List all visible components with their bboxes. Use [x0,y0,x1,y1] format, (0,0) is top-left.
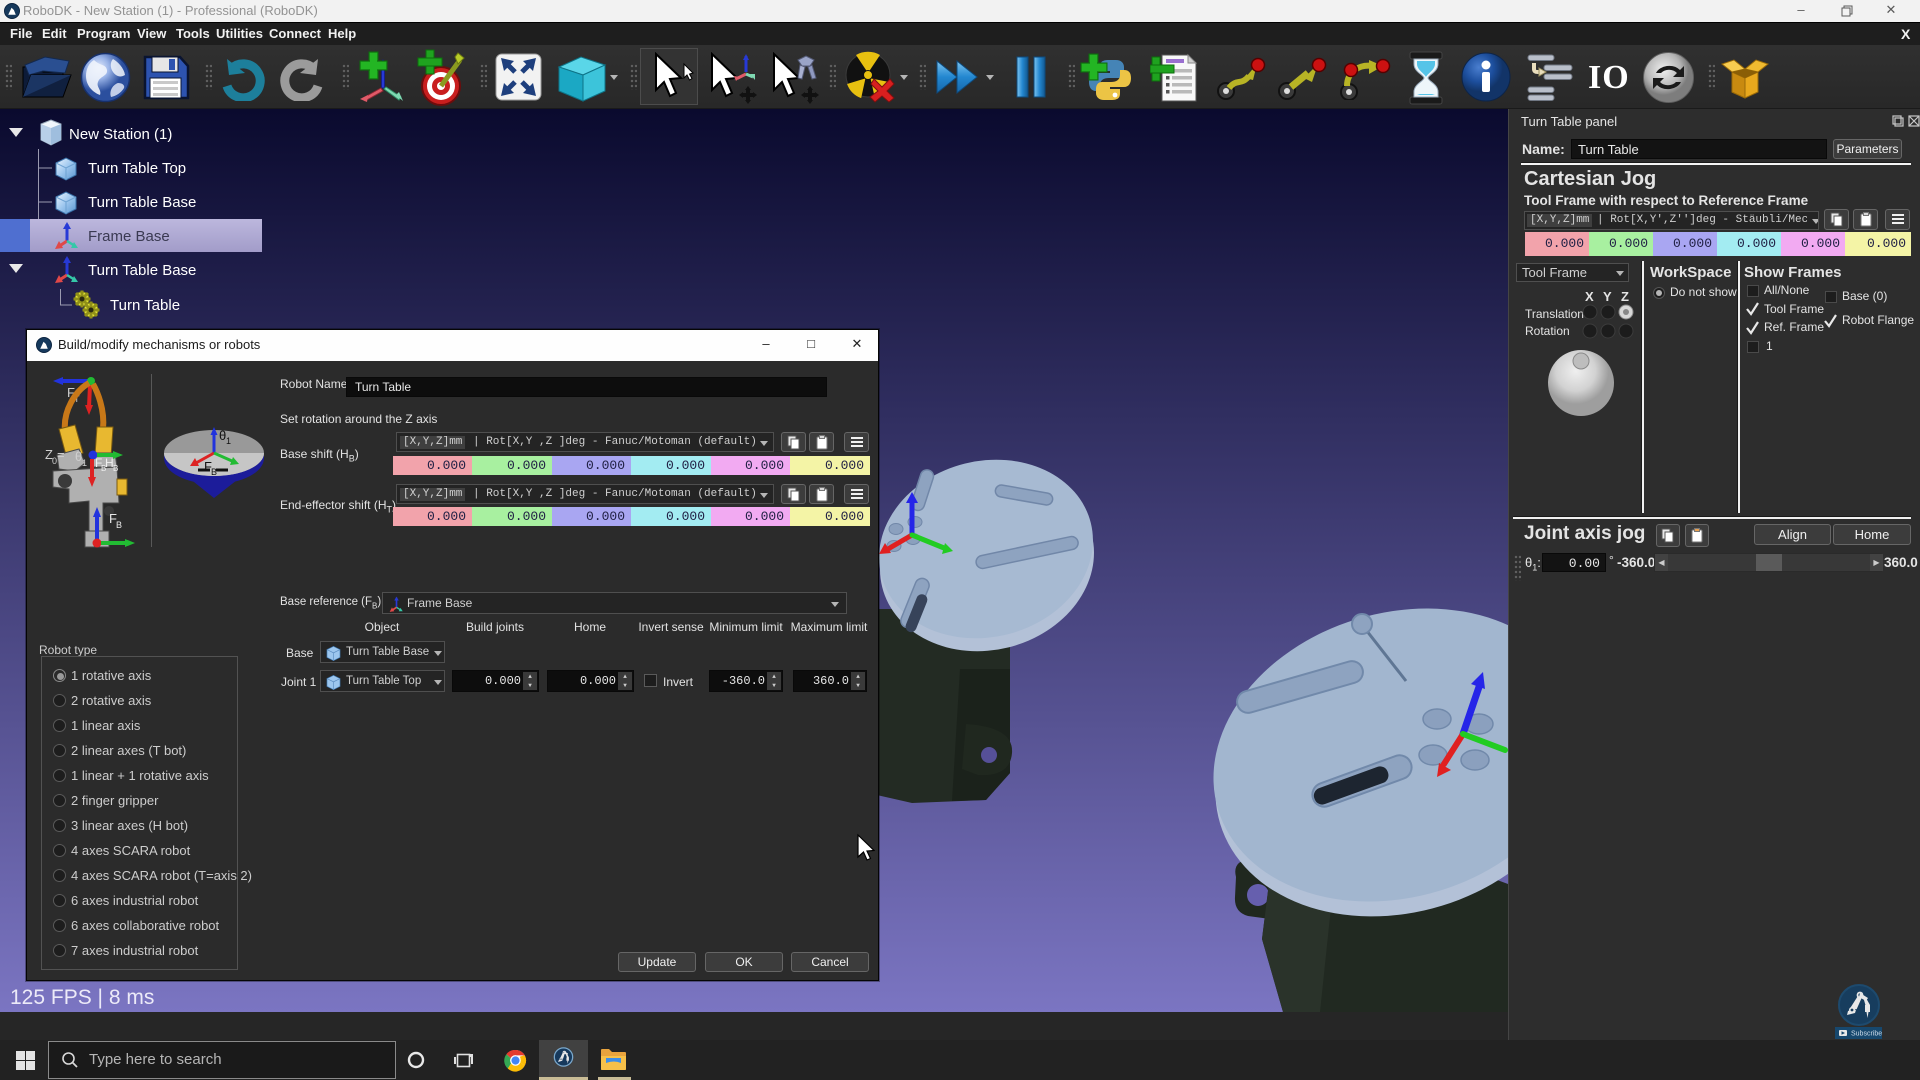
svg-text:B: B [113,464,118,473]
svg-text:B: B [116,520,122,530]
svg-text:1: 1 [226,436,231,446]
svg-text:Subscribe: Subscribe [1851,1031,1882,1038]
svg-text:=: = [57,447,65,462]
svg-text:B: B [211,467,217,477]
svg-text:1: 1 [82,458,87,468]
